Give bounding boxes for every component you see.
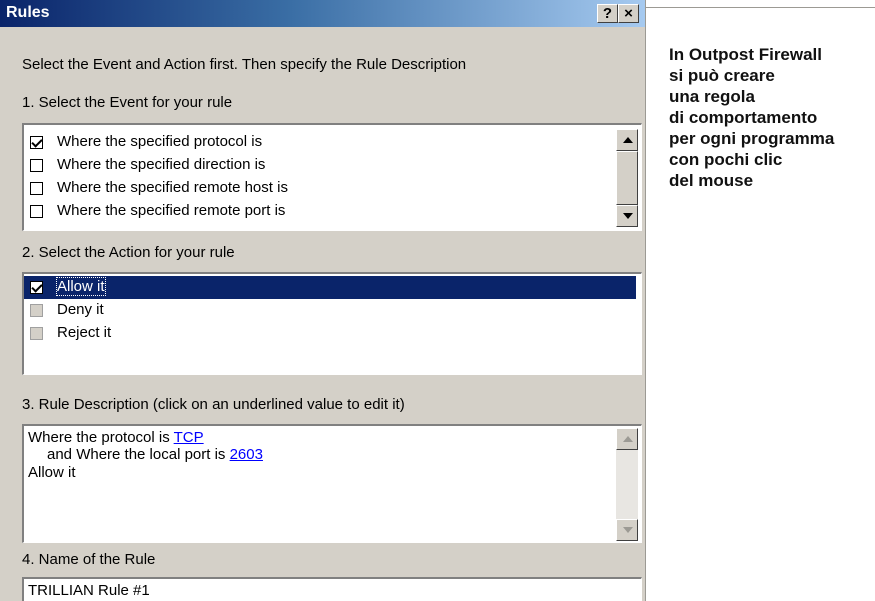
scroll-thumb[interactable] — [616, 151, 638, 205]
action-allow-checkbox[interactable] — [30, 281, 43, 294]
selection-highlight — [24, 276, 636, 299]
chevron-down-icon — [623, 213, 633, 219]
caption-line: per ogni programma — [669, 129, 835, 148]
help-button[interactable]: ? — [597, 4, 618, 23]
event-item-label: Where the specified remote port is — [57, 202, 286, 219]
description-text: and Where the local port is — [47, 446, 230, 463]
event-item-label: Where the specified direction is — [57, 156, 266, 173]
rule-name-label: 4. Name of the Rule — [22, 551, 156, 568]
rule-name-value: TRILLIAN Rule #1 — [28, 582, 150, 599]
action-reject-checkbox[interactable] — [30, 327, 43, 340]
scroll-up-button[interactable] — [616, 428, 638, 450]
chevron-down-icon — [623, 527, 633, 533]
chevron-up-icon — [623, 436, 633, 442]
event-direction-checkbox[interactable] — [30, 159, 43, 172]
caption-line: con pochi clic — [669, 150, 783, 169]
caption-line: del mouse — [669, 171, 754, 190]
caption-line: si può creare — [669, 66, 775, 85]
description-scrollbar[interactable] — [616, 428, 638, 541]
caption-line: In Outpost Firewall — [669, 45, 823, 64]
description-line-protocol: Where the protocol is TCP — [28, 429, 204, 446]
title-bar[interactable]: Rules ? × — [0, 0, 645, 27]
caption-text: In Outpost Firewall si può creare una re… — [669, 44, 869, 191]
caption-line: una regola — [669, 87, 755, 106]
action-item-label: Deny it — [57, 301, 104, 318]
event-item-label: Where the specified remote host is — [57, 179, 288, 196]
description-line-port: and Where the local port is 2603 — [47, 446, 263, 463]
action-item-label: Allow it — [56, 277, 106, 296]
action-deny-checkbox[interactable] — [30, 304, 43, 317]
description-section-label: 3. Rule Description (click on an underli… — [22, 396, 405, 413]
divider — [646, 7, 875, 8]
event-protocol-checkbox[interactable] — [30, 136, 43, 149]
scroll-down-button[interactable] — [616, 519, 638, 541]
action-section-label: 2. Select the Action for your rule — [22, 244, 235, 261]
instruction-text: Select the Event and Action first. Then … — [22, 56, 467, 73]
protocol-value-link[interactable]: TCP — [174, 429, 204, 446]
event-remote-host-checkbox[interactable] — [30, 182, 43, 195]
action-item-label: Reject it — [57, 324, 112, 341]
close-button[interactable]: × — [618, 4, 639, 23]
event-item-label: Where the specified protocol is — [57, 133, 263, 150]
rules-dialog: Rules ? × Select the Event and Action fi… — [0, 0, 646, 601]
event-list[interactable]: Where the specified protocol is Where th… — [22, 123, 642, 231]
port-value-link[interactable]: 2603 — [230, 446, 263, 463]
rule-name-input[interactable]: TRILLIAN Rule #1 — [22, 577, 642, 601]
caption-line: di comportamento — [669, 108, 818, 127]
description-text: Where the protocol is — [28, 429, 174, 446]
action-list[interactable]: Allow it Deny it Reject it — [22, 272, 642, 375]
scroll-down-button[interactable] — [616, 205, 638, 227]
scroll-up-button[interactable] — [616, 129, 638, 151]
event-section-label: 1. Select the Event for your rule — [22, 94, 233, 111]
rule-description-box[interactable]: Where the protocol is TCP and Where the … — [22, 424, 642, 543]
dialog-title: Rules — [6, 4, 50, 21]
event-remote-port-checkbox[interactable] — [30, 205, 43, 218]
event-list-scrollbar[interactable] — [616, 129, 638, 227]
description-line-action: Allow it — [28, 464, 76, 481]
chevron-up-icon — [623, 137, 633, 143]
